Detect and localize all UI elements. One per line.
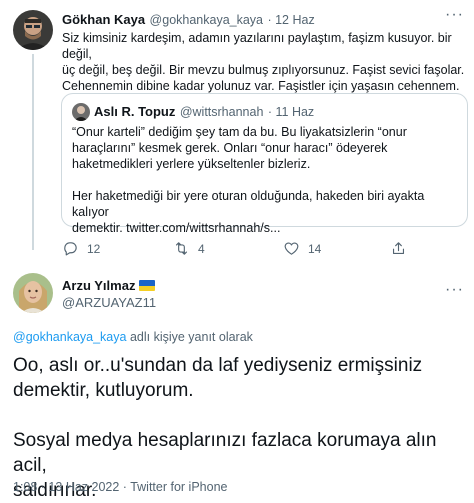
speech-bubble-icon xyxy=(64,242,77,256)
reply-author: Arzu Yılmaz xyxy=(62,277,156,295)
quoted-tweet[interactable]: Aslı R. Topuz @wittsrhannah · 11 Haz “On… xyxy=(61,93,468,235)
quote-display-name: Aslı R. Topuz xyxy=(94,104,176,119)
quote-line: haraçlarını” kesmek gerek. Onları “onur … xyxy=(72,141,388,155)
avatar-asli xyxy=(72,103,90,121)
reply-display-name[interactable]: Arzu Yılmaz xyxy=(62,278,135,293)
avatar-arzu[interactable] xyxy=(13,273,53,313)
tweet-line: Siz kimsiniz kardeşim, adamın yazılarını… xyxy=(62,31,452,61)
tweet-line: üç değil, beş değil. Bir mevzu bulmuş zı… xyxy=(62,63,465,77)
reply-line: Sosyal medya hesaplarınızı fazlaca korum… xyxy=(13,430,437,476)
replying-to: @gokhankaya_kaya adlı kişiye yanıt olara… xyxy=(13,330,253,344)
quote-text: “Onur karteli” dediğim şey tam da bu. Bu… xyxy=(72,124,462,236)
like-button[interactable]: 14 xyxy=(283,240,321,257)
tweet-line: Cehennemin dibine kadar yolunuz var. Faş… xyxy=(62,79,460,93)
ukraine-flag-icon xyxy=(139,280,156,291)
reply-line xyxy=(13,403,468,428)
quote-line: demektir. twitter.com/wittsrhannah/s... xyxy=(72,221,281,235)
display-name[interactable]: Gökhan Kaya xyxy=(62,12,145,27)
quote-line: Her haketmediği bir yere oturan olduğund… xyxy=(72,189,425,219)
retweet-count: 4 xyxy=(198,241,205,256)
quote-line: “Onur karteli” dediğim şey tam da bu. Bu… xyxy=(72,125,407,139)
quote-line xyxy=(72,172,462,188)
avatar-gokhan[interactable] xyxy=(13,10,53,50)
reply-button[interactable]: 12 xyxy=(62,240,100,257)
like-count: 14 xyxy=(308,241,322,256)
more-dots-icon[interactable]: ··· xyxy=(445,281,464,299)
replying-to-link[interactable]: @gokhankaya_kaya xyxy=(13,330,126,344)
reply-count: 12 xyxy=(87,241,101,256)
retweet-icon xyxy=(175,242,188,255)
retweet-button[interactable]: 4 xyxy=(173,240,205,257)
share-button[interactable] xyxy=(390,240,415,257)
quote-handle: @wittsrhannah xyxy=(179,105,264,119)
tweet-meta[interactable]: 1:08 · 13 Haz 2022 · Twitter for iPhone xyxy=(13,480,227,494)
thread-line xyxy=(32,54,34,250)
heart-icon xyxy=(284,242,299,255)
share-icon xyxy=(392,242,405,255)
reply-handle[interactable]: @ARZUAYAZ11 xyxy=(62,295,156,310)
replying-to-suffix: adlı kişiye yanıt olarak xyxy=(126,330,253,344)
handle[interactable]: @gokhankaya_kaya xyxy=(150,13,263,27)
quote-header: Aslı R. Topuz @wittsrhannah · 11 Haz xyxy=(94,103,314,121)
reply-line: demektir, kutluyorum. xyxy=(13,380,194,401)
tweet-header: Gökhan Kaya @gokhankaya_kaya · 12 Haz xyxy=(62,11,315,29)
tweet-date[interactable]: · 12 Haz xyxy=(267,13,314,27)
tweet-text: Siz kimsiniz kardeşim, adamın yazılarını… xyxy=(62,30,467,94)
reply-line: Oo, aslı or..u'sundan da laf yediyseniz … xyxy=(13,355,423,376)
more-dots-icon[interactable]: ··· xyxy=(445,6,464,24)
quote-date: · 11 Haz xyxy=(267,105,315,119)
quote-line: haketmedikleri yerlere yükseltenler bizl… xyxy=(72,157,311,171)
